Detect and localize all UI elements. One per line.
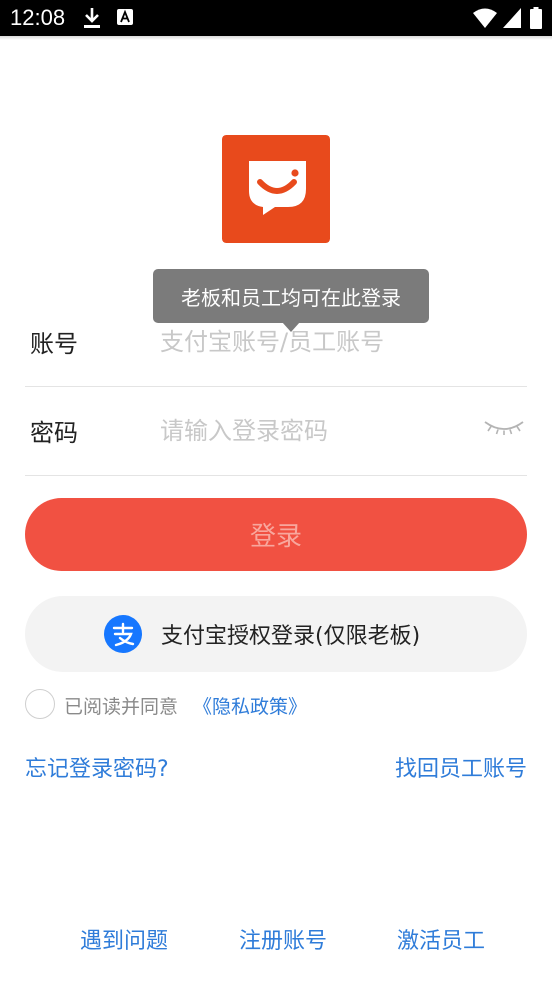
download-icon: [84, 8, 100, 28]
login-button[interactable]: 登录: [25, 498, 527, 571]
register-account-link[interactable]: 注册账号: [239, 923, 327, 955]
account-label: 账号: [30, 330, 78, 358]
smile-logo-icon: [222, 135, 330, 243]
privacy-agree-checkbox[interactable]: [25, 689, 55, 719]
alipay-icon: [104, 615, 142, 653]
login-screen: 12:08 账号 老板和员工均可在此登录: [0, 0, 552, 983]
login-hint-tooltip: 老板和员工均可在此登录: [153, 269, 429, 323]
battery-icon: [530, 7, 542, 29]
privacy-policy-link[interactable]: 《隐私政策》: [193, 692, 307, 719]
activate-employee-link[interactable]: 激活员工: [397, 923, 485, 955]
forgot-password-link[interactable]: 忘记登录密码?: [25, 751, 169, 783]
font-icon: [117, 9, 133, 25]
eye-closed-icon[interactable]: [483, 417, 525, 439]
signal-icon: [503, 8, 521, 28]
account-input[interactable]: [160, 320, 460, 364]
tooltip-arrow: [282, 322, 300, 332]
status-bar: 12:08: [0, 0, 552, 36]
status-bar-shadow: [0, 36, 552, 40]
password-row: 密码: [25, 387, 527, 476]
agree-prefix: 已阅读并同意: [64, 696, 179, 718]
alipay-login-button[interactable]: 支付宝授权登录(仅限老板): [25, 596, 527, 672]
status-time: 12:08: [10, 5, 66, 30]
password-input[interactable]: [160, 409, 460, 453]
help-link[interactable]: 遇到问题: [80, 923, 168, 955]
alipay-login-label: 支付宝授权登录(仅限老板): [161, 624, 421, 649]
recover-employee-account-link[interactable]: 找回员工账号: [395, 751, 527, 783]
wifi-icon: [473, 8, 497, 28]
password-label: 密码: [30, 419, 78, 447]
